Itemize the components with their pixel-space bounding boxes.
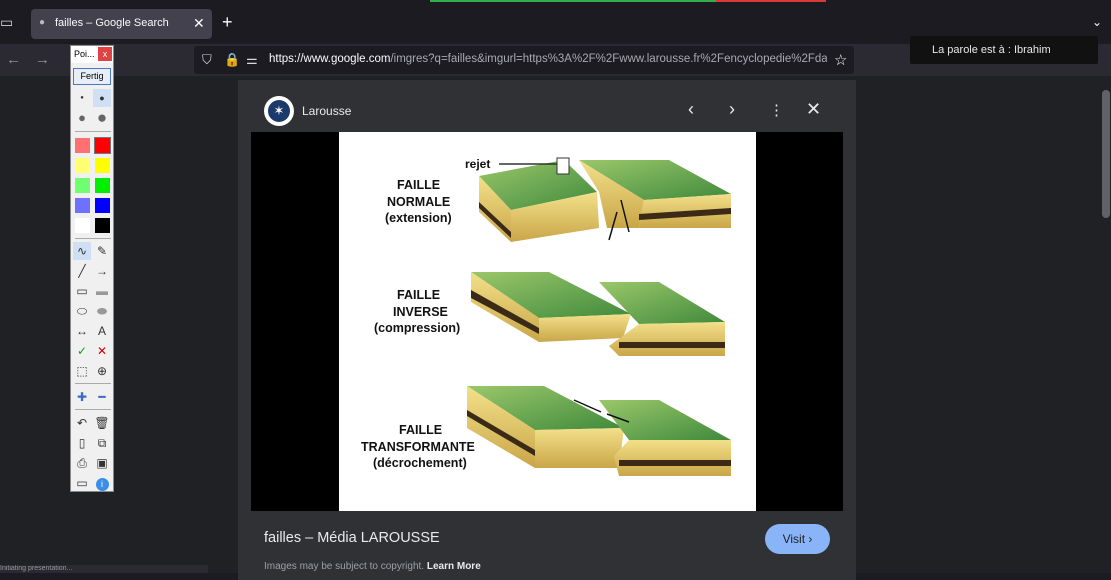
pen-xlarge-icon[interactable]: ● [93,109,111,127]
plus-icon[interactable]: + [222,12,233,33]
fault-diagram: rejet FAILLE NORMALE (extension) FAILLE … [339,132,756,511]
close-icon[interactable]: x [98,47,112,61]
undo-icon[interactable]: ↶ [73,414,91,432]
copyright-notice: Images may be subject to copyright. Lear… [264,561,481,572]
label-normale-1: FAILLE [397,178,440,192]
label-inverse-2: INVERSE [393,305,448,319]
previous-icon[interactable]: ‹ [688,99,694,120]
paint-toolbar: Poi... x Fertig ● ● ● ● ∿ ✎ ╱ → ▭ ▬ ⬭ ⬬ … [70,45,114,492]
visit-button[interactable]: Visit › [765,524,830,554]
eraser-icon[interactable]: ✎ [93,242,111,260]
tab-title: failles – Google Search [55,17,169,29]
done-button[interactable]: Fertig [73,68,111,85]
pen-large-icon[interactable]: ● [73,109,91,127]
pen-small-icon[interactable]: ● [73,89,91,107]
freehand-icon[interactable]: ∿ [73,242,91,260]
label-normale-3: (extension) [385,211,452,225]
next-icon[interactable]: › [729,99,735,120]
screen-icon[interactable]: ▭ [73,474,91,492]
close-icon[interactable]: ✕ [806,99,821,120]
rectangle-icon[interactable]: ▭ [73,282,91,300]
image-viewer-panel: ✶ Larousse ‹ › ⋮ ✕ rejet FAILLE NORMALE … [238,80,856,580]
tab-google-search[interactable]: ● failles – Google Search ✕ [31,9,212,39]
color-red[interactable] [94,137,111,154]
permissions-icon[interactable]: ⚌ [246,52,258,68]
info-icon[interactable]: i [95,478,109,491]
save-icon[interactable]: ▣ [93,454,111,472]
filled-ellipse-icon[interactable]: ⬬ [93,302,111,320]
plus-icon[interactable]: ✚ [73,388,91,406]
back-icon[interactable]: ← [6,51,21,68]
minus-icon[interactable]: ━ [93,388,111,406]
color-light-blue[interactable] [75,198,90,213]
address-bar[interactable]: ⛉ 🔒 ⚌ https://www.google.com/imgres?q=fa… [194,46,854,74]
tab-favicon-icon: ● [39,17,46,28]
image-caption[interactable]: failles – Média LAROUSSE [264,530,440,546]
check-icon[interactable]: ✓ [73,342,91,360]
speaker-notification: La parole est à : Ibrahim [910,36,1098,64]
print-icon[interactable]: ⎙ [73,454,91,472]
arrow-icon[interactable]: → [93,262,111,280]
meeting-indicator-green [430,0,716,2]
star-icon[interactable]: ☆ [834,51,847,69]
reverse-fault-block [471,272,725,356]
learn-more-link[interactable]: Learn More [427,561,481,572]
scrollbar[interactable] [1102,90,1110,218]
new-page-icon[interactable]: ▯ [73,434,91,452]
copy-icon[interactable]: ⧉ [93,434,111,452]
larousse-logo-icon[interactable]: ✶ [264,96,294,126]
color-light-green[interactable] [75,178,90,193]
filled-rectangle-icon[interactable]: ▬ [93,282,111,300]
line-icon[interactable]: ╱ [73,262,91,280]
meeting-indicator-red [716,0,826,2]
lock-icon[interactable]: 🔒 [224,52,240,68]
double-arrow-icon[interactable]: ↔ [73,322,91,340]
shield-icon[interactable]: ⛉ [202,52,212,68]
label-normale-2: NORMALE [387,195,450,209]
fault-diagram-graphic: rejet FAILLE NORMALE (extension) FAILLE … [361,157,731,476]
color-blue[interactable] [95,198,110,213]
transform-fault-block [467,386,731,476]
color-light-yellow[interactable] [75,158,90,173]
label-transf-1: FAILLE [399,423,442,437]
label-inverse-1: FAILLE [397,288,440,302]
normal-fault-block [479,160,731,242]
label-rejet: rejet [465,157,490,171]
select-icon[interactable]: ⬚ [73,362,91,380]
close-icon[interactable]: ✕ [193,15,205,32]
source-name[interactable]: Larousse [302,104,351,118]
text-icon[interactable]: A [93,322,111,340]
color-black[interactable] [95,218,110,233]
color-yellow[interactable] [95,158,110,173]
ellipse-icon[interactable]: ⬭ [73,302,91,320]
cross-icon[interactable]: ✕ [93,342,111,360]
url-text[interactable]: https://www.google.com/imgres?q=failles&… [269,53,827,65]
tab-list-icon[interactable]: ▭ [0,14,18,32]
more-options-icon[interactable]: ⋮ [769,101,784,119]
status-text: Initiating presentation... [0,565,208,573]
label-transf-2: TRANSFORMANTE [361,440,475,454]
label-inverse-3: (compression) [374,321,460,335]
pen-medium-icon[interactable]: ● [93,89,111,107]
preview-image[interactable]: rejet FAILLE NORMALE (extension) FAILLE … [251,132,843,511]
color-light-red[interactable] [75,138,90,153]
chevron-down-icon[interactable]: ⌄ [1092,15,1102,29]
trash-icon[interactable]: 🗑 [93,414,111,432]
color-green[interactable] [95,178,110,193]
zoom-icon[interactable]: ⊕ [93,362,111,380]
color-white[interactable] [75,218,90,233]
forward-icon[interactable]: → [35,51,50,68]
label-transf-3: (décrochement) [373,456,467,470]
